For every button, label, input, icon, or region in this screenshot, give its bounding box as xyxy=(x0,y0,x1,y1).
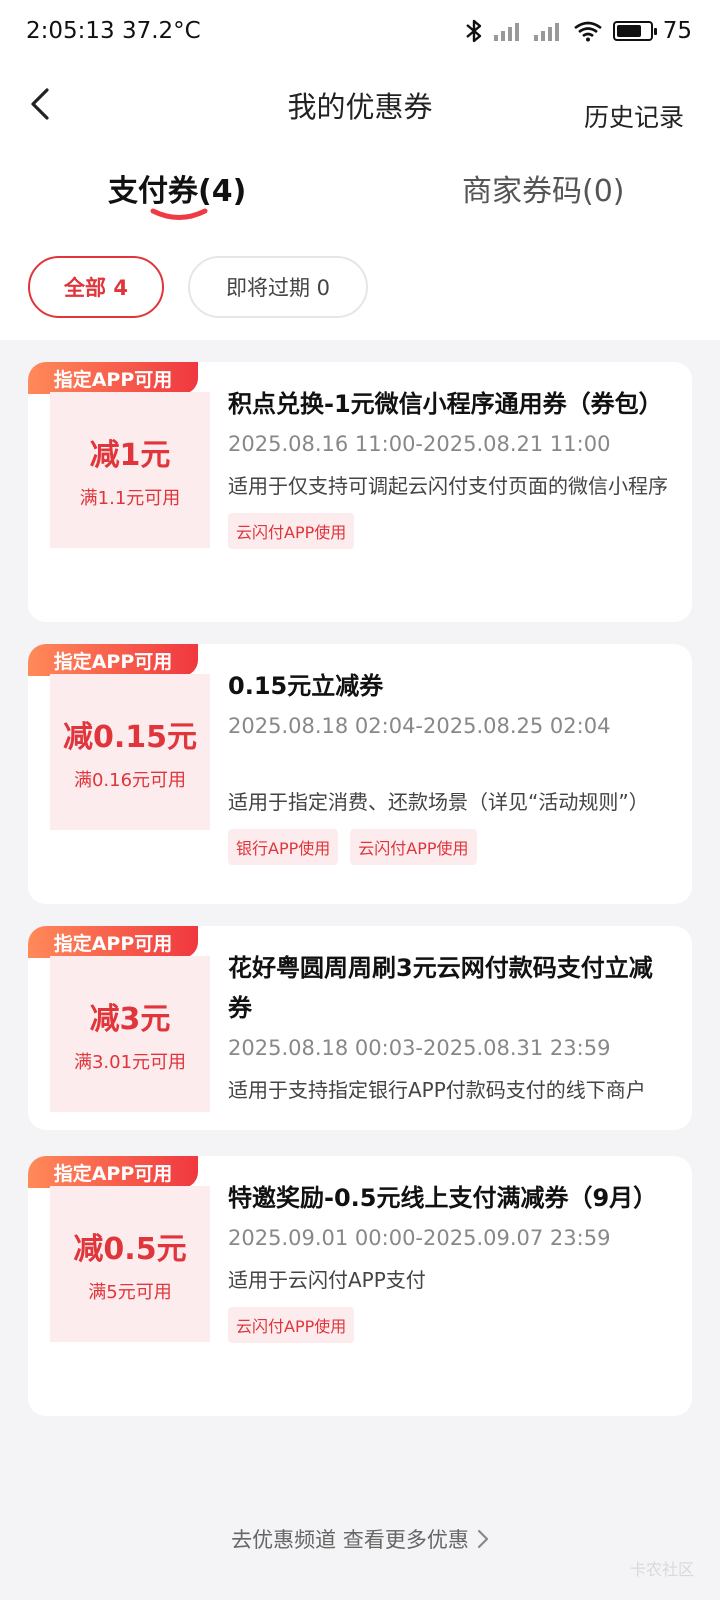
status-bar: 2:05:13 37.2°C 75 xyxy=(0,0,720,64)
tab-merchant-codes[interactable]: 商家券码(0) xyxy=(462,166,625,210)
coupon-name: 0.15元立减券 xyxy=(228,672,384,700)
coupon-description: 适用于云闪付APP支付 xyxy=(228,1268,426,1292)
status-time: 2:05:13 37.2°C xyxy=(26,18,201,44)
coupon-card[interactable]: 指定APP可用 减0.5元 满5元可用 特邀奖励-0.5元线上支付满减券（9月）… xyxy=(28,1156,692,1416)
coupon-tags: 云闪付APP使用 xyxy=(228,1307,674,1343)
coupon-amount: 减1元 xyxy=(89,438,171,473)
bluetooth-icon xyxy=(465,18,483,44)
coupon-condition: 满5元可用 xyxy=(88,1282,172,1303)
status-icons: 75 xyxy=(465,18,692,44)
chevron-right-icon xyxy=(477,1529,488,1549)
coupon-validity: 2025.08.18 02:04-2025.08.25 02:04 xyxy=(228,714,611,738)
coupon-condition: 满0.16元可用 xyxy=(73,770,187,791)
app-only-badge: 指定APP可用 xyxy=(28,362,198,394)
coupon-tag: 云闪付APP使用 xyxy=(350,829,477,865)
filter-all[interactable]: 全部 4 xyxy=(28,256,164,318)
coupon-amount: 减0.5元 xyxy=(73,1232,187,1267)
filter-expiring[interactable]: 即将过期 0 xyxy=(188,256,368,318)
app-only-badge: 指定APP可用 xyxy=(28,1156,198,1188)
coupon-amount-box: 减3元 满3.01元可用 xyxy=(50,956,210,1112)
coupon-validity: 2025.08.16 11:00-2025.08.21 11:00 xyxy=(228,432,611,456)
battery-percent: 75 xyxy=(662,18,692,44)
coupon-amount-box: 减1元 满1.1元可用 xyxy=(50,392,210,548)
filter-chips: 全部 4 即将过期 0 xyxy=(28,256,368,318)
coupon-validity: 2025.09.01 00:00-2025.09.07 23:59 xyxy=(228,1226,611,1250)
coupon-info: 积点兑换-1元微信小程序通用券（券包） 2025.08.16 11:00-202… xyxy=(228,384,674,549)
header: 我的优惠券 历史记录 xyxy=(0,70,720,140)
history-button[interactable]: 历史记录 xyxy=(584,98,684,134)
coupon-name: 花好粤圆周周刷3元云网付款码支付立减券 xyxy=(228,954,653,1022)
coupon-tag: 云闪付APP使用 xyxy=(228,1307,355,1343)
signal-icon xyxy=(533,18,563,44)
top-section: 2:05:13 37.2°C 75 我的优惠券 历史记录 支付券(4) 商家券码… xyxy=(0,0,720,340)
battery-fill xyxy=(616,25,641,37)
coupon-description: 适用于指定消费、还款场景（详见“活动规则”） xyxy=(228,790,649,814)
coupon-info: 0.15元立减券 2025.08.18 02:04-2025.08.25 02:… xyxy=(228,666,674,865)
more-offers-text: 去优惠频道 查看更多优惠 xyxy=(231,1528,469,1552)
coupon-tags: 云闪付APP使用 xyxy=(228,513,674,549)
coupon-amount-box: 减0.5元 满5元可用 xyxy=(50,1186,210,1342)
tab-payment-coupons[interactable]: 支付券(4) xyxy=(108,166,246,210)
app-only-badge: 指定APP可用 xyxy=(28,926,198,958)
coupon-amount: 减0.15元 xyxy=(62,720,198,755)
coupon-card[interactable]: 指定APP可用 减0.15元 满0.16元可用 0.15元立减券 2025.08… xyxy=(28,644,692,904)
coupon-amount-box: 减0.15元 满0.16元可用 xyxy=(50,674,210,830)
more-offers-link[interactable]: 去优惠频道 查看更多优惠 xyxy=(0,1524,720,1554)
wifi-icon xyxy=(573,18,603,44)
coupon-info: 花好粤圆周周刷3元云网付款码支付立减券 2025.08.18 00:03-202… xyxy=(228,948,674,1103)
coupon-card[interactable]: 指定APP可用 减3元 满3.01元可用 花好粤圆周周刷3元云网付款码支付立减券… xyxy=(28,926,692,1130)
coupon-tag: 银行APP使用 xyxy=(228,829,339,865)
coupon-validity: 2025.08.18 00:03-2025.08.31 23:59 xyxy=(228,1036,611,1060)
coupon-amount: 减3元 xyxy=(89,1002,171,1037)
coupon-tag: 云闪付APP使用 xyxy=(228,513,355,549)
coupon-name: 特邀奖励-0.5元线上支付满减券（9月） xyxy=(228,1184,658,1212)
coupon-name: 积点兑换-1元微信小程序通用券（券包） xyxy=(228,390,663,418)
coupon-description: 适用于支持指定银行APP付款码支付的线下商户 xyxy=(228,1078,646,1102)
coupon-condition: 满1.1元可用 xyxy=(79,488,181,509)
coupon-condition: 满3.01元可用 xyxy=(73,1052,187,1073)
watermark: 卡农社区 xyxy=(629,1560,694,1579)
coupon-card[interactable]: 指定APP可用 减1元 满1.1元可用 积点兑换-1元微信小程序通用券（券包） … xyxy=(28,362,692,622)
active-tab-indicator xyxy=(150,208,208,220)
battery-icon xyxy=(612,18,657,44)
coupon-description: 适用于仅支持可调起云闪付支付页面的微信小程序 xyxy=(228,474,668,498)
coupon-tags: 银行APP使用 云闪付APP使用 xyxy=(228,829,674,865)
coupon-info: 特邀奖励-0.5元线上支付满减券（9月） 2025.09.01 00:00-20… xyxy=(228,1178,674,1343)
tab-bar: 支付券(4) 商家券码(0) xyxy=(0,160,720,230)
app-only-badge: 指定APP可用 xyxy=(28,644,198,676)
signal-icon xyxy=(493,18,523,44)
